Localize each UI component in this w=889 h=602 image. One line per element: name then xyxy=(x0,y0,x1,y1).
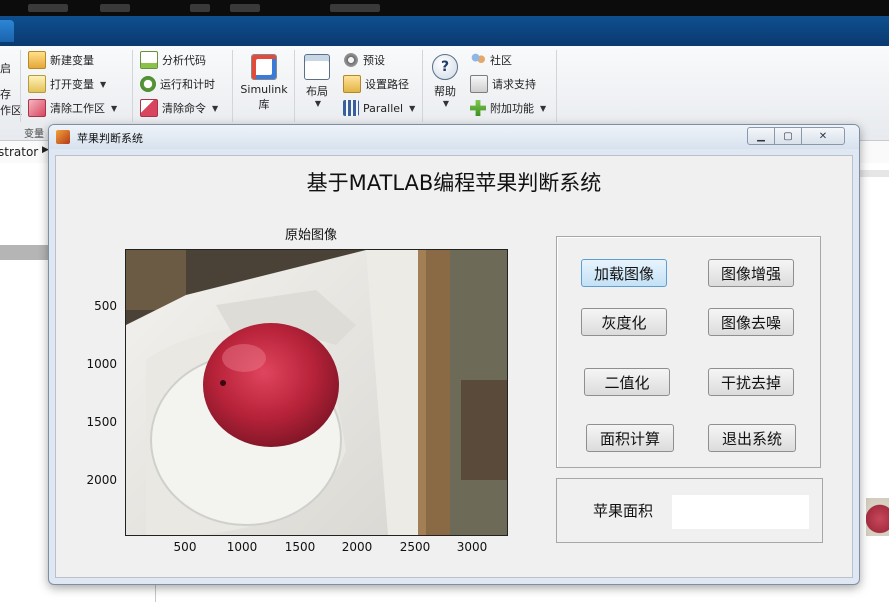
figure-title-bar[interactable]: 苹果判断系统 ▁ ▢ ✕ xyxy=(49,125,859,149)
run-and-time-icon xyxy=(140,76,156,92)
x-tick-label: 3000 xyxy=(456,540,488,554)
clear-commands-button[interactable]: 清除命令 ▼ xyxy=(140,98,218,118)
chevron-down-icon: ▼ xyxy=(100,79,107,89)
title-bar xyxy=(0,0,889,16)
axes-title: 原始图像 xyxy=(284,228,337,243)
maximize-button[interactable]: ▢ xyxy=(774,127,802,145)
panel-divider xyxy=(155,585,156,602)
chevron-down-icon: ▼ xyxy=(212,103,219,113)
figure-window: 苹果判断系统 ▁ ▢ ✕ 基于MATLAB编程苹果判断系统 原始图像 500 1… xyxy=(48,124,860,585)
binarize-button[interactable]: 二值化 xyxy=(584,368,670,396)
image-axes[interactable] xyxy=(125,249,508,536)
denoise-image-button[interactable]: 图像去噪 xyxy=(708,308,794,336)
minimize-icon: ▁ xyxy=(757,130,765,142)
home-tab[interactable] xyxy=(0,20,14,42)
exit-system-button[interactable]: 退出系统 xyxy=(708,424,796,452)
plus-icon xyxy=(470,100,486,116)
remove-interference-button[interactable]: 干扰去掉 xyxy=(708,368,794,396)
chevron-down-icon: ▼ xyxy=(409,103,416,113)
parallel-button[interactable]: Parallel ▼ xyxy=(343,98,415,118)
apple-area-label: 苹果面积 xyxy=(593,502,654,520)
y-tick-label: 1500 xyxy=(86,415,117,429)
clear-commands-icon xyxy=(140,99,158,117)
maximize-icon: ▢ xyxy=(783,130,793,142)
minimize-button[interactable]: ▁ xyxy=(747,127,775,145)
close-button[interactable]: ✕ xyxy=(801,127,845,145)
clear-workspace-icon xyxy=(28,99,46,117)
workspace-panel xyxy=(858,163,889,602)
main-title: 基于MATLAB编程苹果判断系统 xyxy=(306,171,602,195)
compute-area-button[interactable]: 面积计算 xyxy=(586,424,674,452)
variable-group-label: 变量 xyxy=(24,129,44,140)
chevron-down-icon: ▼ xyxy=(442,99,450,108)
toolstrip-tabs xyxy=(0,16,889,46)
new-variable-button[interactable]: 新建变量 xyxy=(28,50,94,70)
function-button-panel: 加载图像 图像增强 灰度化 图像去噪 二值化 干扰去掉 面积计算 退出系统 xyxy=(556,236,821,468)
close-icon: ✕ xyxy=(818,130,828,142)
layout-button[interactable]: 布局 ▼ xyxy=(300,54,334,108)
figure-window-title: 苹果判断系统 xyxy=(77,132,143,145)
cut-workspace-label: 作区 xyxy=(0,104,22,117)
simulink-library-button[interactable]: Simulink 库 xyxy=(238,54,290,112)
matlab-icon xyxy=(56,130,70,144)
x-tick-label: 2500 xyxy=(399,540,431,554)
help-icon: ? xyxy=(432,54,458,80)
layout-icon xyxy=(304,54,330,80)
set-path-button[interactable]: 设置路径 xyxy=(343,74,409,94)
x-tick-label: 1000 xyxy=(226,540,258,554)
simulink-icon xyxy=(251,54,277,80)
load-image-button[interactable]: 加载图像 xyxy=(581,259,667,287)
chevron-down-icon: ▼ xyxy=(540,103,547,113)
y-tick-label: 500 xyxy=(94,299,117,313)
y-tick-label: 2000 xyxy=(86,473,117,487)
chevron-down-icon: ▼ xyxy=(111,103,118,113)
help-button[interactable]: ? 帮助 ▼ xyxy=(428,54,462,108)
new-variable-icon xyxy=(28,51,46,69)
community-icon xyxy=(470,52,486,68)
request-support-icon xyxy=(470,75,488,93)
analyze-code-button[interactable]: 分析代码 xyxy=(140,50,206,70)
original-image xyxy=(126,250,507,535)
background-apple-thumbnail xyxy=(866,498,889,536)
addons-button[interactable]: 附加功能 ▼ xyxy=(470,98,546,118)
current-folder-panel xyxy=(0,163,48,602)
gear-icon xyxy=(343,52,359,68)
x-tick-label: 500 xyxy=(173,540,197,554)
request-support-button[interactable]: 请求支持 xyxy=(470,74,536,94)
run-and-time-button[interactable]: 运行和计时 xyxy=(140,74,215,94)
cut-save-workspace[interactable]: 启 xyxy=(0,58,11,78)
x-tick-label: 1500 xyxy=(284,540,316,554)
clear-workspace-button[interactable]: 清除工作区 ▼ xyxy=(28,98,117,118)
folder-icon xyxy=(343,75,361,93)
analyze-code-icon xyxy=(140,51,158,69)
community-button[interactable]: 社区 xyxy=(470,50,512,70)
selected-file-row[interactable] xyxy=(0,245,48,260)
y-tick-label: 1000 xyxy=(86,357,117,371)
chevron-down-icon: ▼ xyxy=(314,99,322,108)
figure-client-area: 基于MATLAB编程苹果判断系统 原始图像 500 1000 1500 2000… xyxy=(55,155,853,578)
apple-area-output[interactable] xyxy=(672,495,809,529)
enhance-image-button[interactable]: 图像增强 xyxy=(708,259,794,287)
preferences-button[interactable]: 预设 xyxy=(343,50,385,70)
apple-area-panel: 苹果面积 xyxy=(556,478,823,543)
window-controls: ▁ ▢ ✕ xyxy=(747,127,845,145)
open-variable-icon xyxy=(28,75,46,93)
grayscale-button[interactable]: 灰度化 xyxy=(581,308,667,336)
parallel-icon xyxy=(343,100,359,116)
open-variable-button[interactable]: 打开变量 ▼ xyxy=(28,74,106,94)
x-tick-label: 2000 xyxy=(341,540,373,554)
workspace-header xyxy=(858,170,889,177)
path-text: strator xyxy=(0,145,39,159)
